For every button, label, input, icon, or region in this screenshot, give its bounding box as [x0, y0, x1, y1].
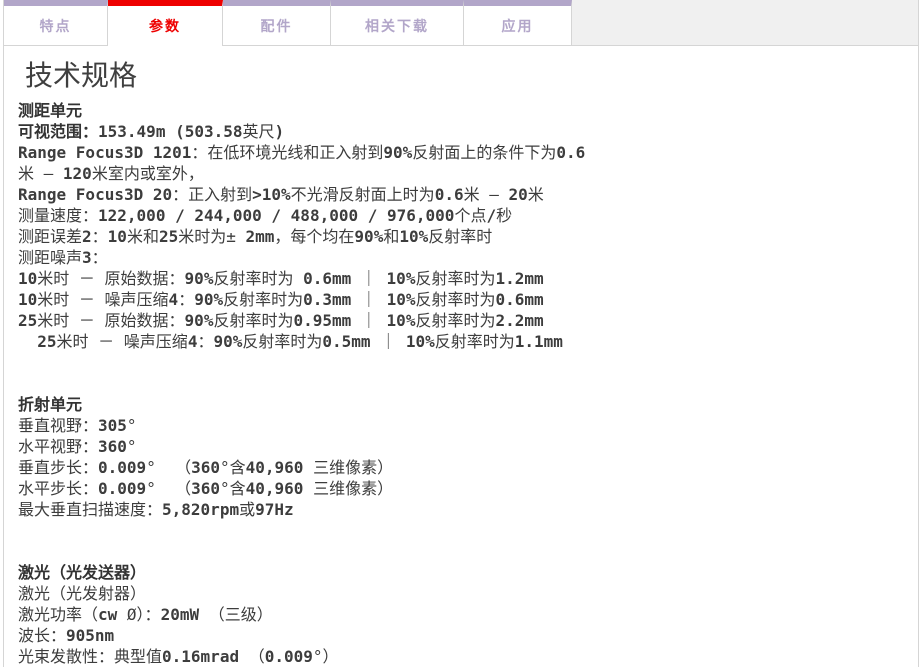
spec-line: 25米时 － 原始数据：90%反射率时为0.95mm ｜ 10%反射率时为2.2…	[18, 310, 596, 331]
spec-text: 10米时 － 噪声压缩4：90%反射率时为0.3mm ｜ 10%反射率时为0.6…	[18, 290, 544, 309]
section-deflection-unit: 折射单元 垂直视野：305° 水平视野：360° 垂直步长：0.009° （36…	[18, 394, 904, 520]
spec-text: 垂直视野：305°	[18, 416, 137, 435]
spec-text: 测距误差2：10米和25米时为± 2mm，每个均在90%和10%反射率时	[18, 227, 492, 246]
section-heading: 测距单元	[18, 100, 904, 121]
tab-applications[interactable]: 应用	[464, 0, 572, 46]
spec-line: 最大垂直扫描速度：5,820rpm或97Hz	[18, 499, 596, 520]
spec-text: 激光功率（cw Ø）：20mW （三级）	[18, 605, 273, 624]
spec-text: 激光（光发射器）	[18, 584, 146, 603]
spec-line: 10米时 － 噪声压缩4：90%反射率时为0.3mm ｜ 10%反射率时为0.6…	[18, 289, 596, 310]
spec-text: 水平步长：0.009° （360°含40,960 三维像素）	[18, 479, 393, 498]
section-heading: 激光（光发送器）	[18, 562, 904, 583]
spec-line: 光束发散性：典型值0.16mrad （0.009°）	[18, 646, 596, 667]
spec-line: 测距噪声3：	[18, 247, 596, 268]
spec-line: 水平步长：0.009° （360°含40,960 三维像素）	[18, 478, 596, 499]
spec-text: 25米时 － 噪声压缩4：90%反射率时为0.5mm ｜ 10%反射率时为1.1…	[18, 332, 563, 351]
spec-text: 测量速度：122,000 / 244,000 / 488,000 / 976,0…	[18, 206, 512, 225]
spec-line: 垂直步长：0.009° （360°含40,960 三维像素）	[18, 457, 596, 478]
section-heading: 折射单元	[18, 394, 904, 415]
tab-accessories[interactable]: 配件	[223, 0, 331, 46]
spec-text: 光束发散性：典型值0.16mrad （0.009°）	[18, 647, 339, 666]
spec-line: 25米时 － 噪声压缩4：90%反射率时为0.5mm ｜ 10%反射率时为1.1…	[18, 331, 596, 352]
page-frame: 特点 参数 配件 相关下载 应用 技术规格 测距单元 可视范围：153.49m …	[3, 0, 919, 667]
spec-line: Range Focus3D 20：正入射到>10%不光滑反射面上时为0.6米 –…	[18, 184, 596, 205]
spec-text: 25米时 － 原始数据：90%反射率时为0.95mm ｜ 10%反射率时为2.2…	[18, 311, 544, 330]
spec-line: 水平视野：360°	[18, 436, 596, 457]
tab-downloads[interactable]: 相关下载	[331, 0, 464, 46]
spec-text: 水平视野：360°	[18, 437, 137, 456]
spec-page: 特点 参数 配件 相关下载 应用 技术规格 测距单元 可视范围：153.49m …	[0, 0, 921, 667]
spec-line: 激光功率（cw Ø）：20mW （三级）	[18, 604, 596, 625]
spec-line: 激光（光发射器）	[18, 583, 596, 604]
spec-line: 波长：905nm	[18, 625, 596, 646]
tab-features[interactable]: 特点	[4, 0, 108, 46]
spec-text: 153.49m (503.58英尺)	[98, 122, 284, 141]
tab-bar: 特点 参数 配件 相关下载 应用	[4, 0, 918, 46]
page-title: 技术规格	[18, 60, 904, 92]
section-ranging-unit: 测距单元 可视范围：153.49m (503.58英尺) Range Focus…	[18, 100, 904, 352]
spec-line: 垂直视野：305°	[18, 415, 596, 436]
spec-text: 最大垂直扫描速度：5,820rpm或97Hz	[18, 500, 294, 519]
section-laser: 激光（光发送器） 激光（光发射器） 激光功率（cw Ø）：20mW （三级） 波…	[18, 562, 904, 667]
spec-label: 可视范围：	[18, 122, 98, 141]
spec-text: 测距噪声3：	[18, 248, 108, 267]
spec-line: Range Focus3D 1201：在低环境光线和正入射到90%反射面上的条件…	[18, 142, 596, 184]
spec-line: 测距误差2：10米和25米时为± 2mm，每个均在90%和10%反射率时	[18, 226, 596, 247]
spec-text: Range Focus3D 1201：在低环境光线和正入射到90%反射面上的条件…	[18, 143, 585, 183]
spec-text: Range Focus3D 20：正入射到>10%不光滑反射面上时为0.6米 –…	[18, 185, 544, 204]
spec-text: 10米时 － 原始数据：90%反射率时为 0.6mm ｜ 10%反射率时为1.2…	[18, 269, 544, 288]
spec-text: 垂直步长：0.009° （360°含40,960 三维像素）	[18, 458, 393, 477]
spec-line: 测量速度：122,000 / 244,000 / 488,000 / 976,0…	[18, 205, 596, 226]
spec-text: 波长：905nm	[18, 626, 114, 645]
tab-parameters[interactable]: 参数	[108, 0, 223, 46]
spec-line: 10米时 － 原始数据：90%反射率时为 0.6mm ｜ 10%反射率时为1.2…	[18, 268, 596, 289]
tab-bar-filler	[572, 0, 918, 46]
spec-content: 技术规格 测距单元 可视范围：153.49m (503.58英尺) Range …	[4, 46, 918, 667]
spec-line: 可视范围：153.49m (503.58英尺)	[18, 121, 596, 142]
